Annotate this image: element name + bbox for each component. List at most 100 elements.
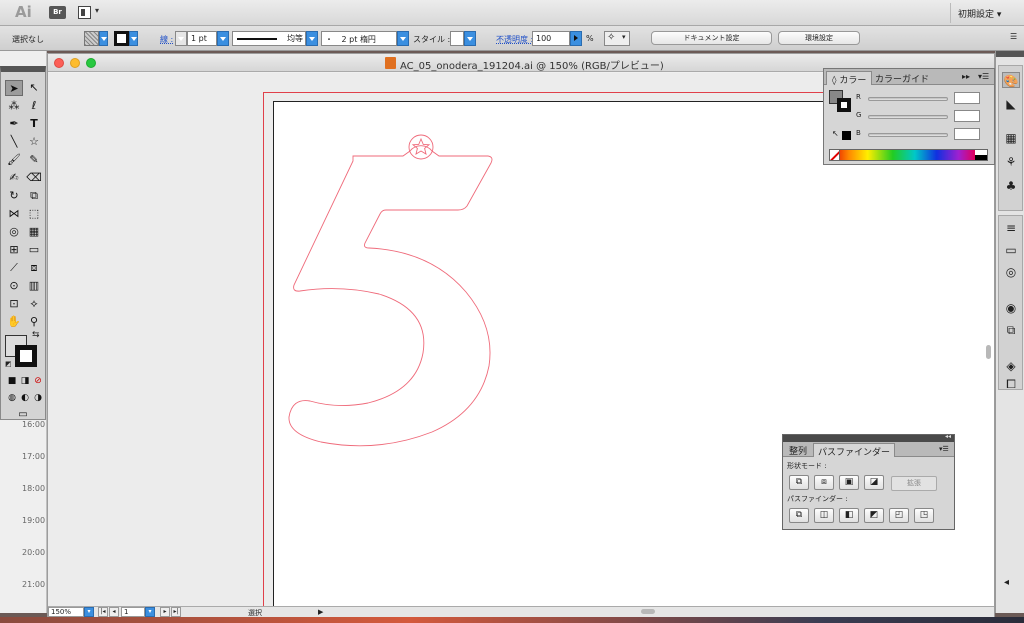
mesh-tool-icon[interactable]: ⊞ (5, 242, 23, 258)
star-tool-icon[interactable]: ☆ (25, 134, 43, 150)
unite-button[interactable]: ⧉ (789, 475, 809, 490)
slice-tool-icon[interactable]: ⟡ (25, 296, 43, 312)
eyedropper-tool-icon[interactable]: ⟋ (5, 260, 23, 276)
artboard-dropdown[interactable]: ▾ (145, 607, 155, 617)
tab-pathfinder[interactable]: パスファインダー (813, 443, 896, 458)
stroke-weight-input[interactable]: 1 pt (187, 31, 217, 46)
bridge-button[interactable]: Br (49, 6, 66, 19)
symbols-panel-icon[interactable]: ♣ (1002, 178, 1020, 194)
appearance-panel-icon[interactable]: ◉ (1002, 300, 1020, 316)
trim-button[interactable]: ◫ (814, 508, 834, 523)
last-color-swatch[interactable] (842, 131, 851, 140)
screen-mode-icon[interactable]: ▭ (14, 407, 32, 423)
symbol-sprayer-tool-icon[interactable]: ⊙ (5, 278, 23, 294)
zoom-input[interactable]: 150% (48, 607, 84, 617)
type-tool-icon[interactable]: T (25, 116, 43, 132)
brushes-panel-icon[interactable]: ⚘ (1002, 154, 1020, 170)
intersect-button[interactable]: ▣ (839, 475, 859, 490)
selection-tool-icon[interactable]: ➤ (5, 80, 23, 96)
first-artboard-button[interactable]: |◂ (98, 607, 108, 617)
width-tool-icon[interactable]: ⋈ (5, 206, 23, 222)
g-slider-track[interactable] (868, 115, 948, 119)
pathfinder-panel-grip[interactable]: ◂◂ (783, 433, 954, 442)
divide-button[interactable]: ⧉ (789, 508, 809, 523)
stroke-box[interactable] (15, 345, 37, 367)
r-value-input[interactable] (954, 92, 980, 104)
opacity-panel-link[interactable]: 不透明度 : (496, 34, 533, 45)
variable-width-profile[interactable]: 均等 (232, 31, 306, 46)
preferences-button[interactable]: 環境設定 (778, 31, 860, 45)
paintbrush-tool-icon[interactable]: 🖌 (5, 152, 23, 168)
color-guide-panel-icon[interactable]: ◣ (1002, 96, 1020, 112)
horizontal-scrollbar-thumb[interactable] (641, 609, 655, 614)
g-value-input[interactable] (954, 110, 980, 122)
pen-tool-icon[interactable]: ✒ (5, 116, 23, 132)
draw-inside-icon[interactable]: ◑ (29, 390, 47, 406)
stroke-panel-link[interactable]: 線 : (160, 34, 173, 45)
tab-align[interactable]: 整列 (785, 443, 811, 457)
swatches-panel-icon[interactable]: ▦ (1002, 130, 1020, 146)
lasso-tool-icon[interactable]: ℓ (25, 98, 43, 114)
artboard-number-input[interactable]: 1 (121, 607, 145, 617)
brush-definition[interactable]: ・ 2 pt 楕円 (321, 31, 397, 46)
status-menu-arrow[interactable]: ▶ (318, 608, 323, 616)
stroke-panel-icon[interactable]: ≡ (1002, 220, 1020, 236)
color-spectrum-bar[interactable] (829, 149, 988, 161)
free-transform-tool-icon[interactable]: ⬚ (25, 206, 43, 222)
blob-brush-tool-icon[interactable]: ✍ (5, 170, 23, 186)
previous-artboard-button[interactable]: ◂ (109, 607, 119, 617)
zoom-window-button[interactable] (86, 58, 96, 68)
layers-panel-icon[interactable]: ◈ (1002, 358, 1020, 374)
minus-back-button[interactable]: ◳ (914, 508, 934, 523)
direct-selection-tool-icon[interactable]: ↖ (25, 80, 43, 96)
outline-button[interactable]: ◰ (889, 508, 909, 523)
shape-builder-tool-icon[interactable]: ◎ (5, 224, 23, 240)
brush-dropdown[interactable] (397, 31, 409, 46)
r-slider-track[interactable] (868, 97, 948, 101)
opacity-input[interactable]: 100 (532, 31, 570, 46)
close-window-button[interactable] (54, 58, 64, 68)
opacity-slider-button[interactable] (570, 31, 582, 46)
out-of-gamut-icon[interactable]: ↖ (832, 129, 839, 138)
magic-wand-tool-icon[interactable]: ⁂ (5, 98, 23, 114)
eraser-tool-icon[interactable]: ⌫ (25, 170, 43, 186)
scroll-left-arrow-icon[interactable]: ◂ (1004, 577, 1009, 588)
zoom-dropdown[interactable]: ▾ (84, 607, 94, 617)
r-slider[interactable]: R (856, 92, 992, 105)
minimize-window-button[interactable] (70, 58, 80, 68)
color-panel-icon[interactable]: 🎨 (1002, 72, 1020, 88)
default-fill-stroke-icon[interactable]: ◩ (5, 360, 12, 368)
tab-color-guide[interactable]: カラーガイド (870, 71, 934, 85)
panel-menu-icon[interactable]: ▾☰ (978, 72, 989, 81)
pencil-tool-icon[interactable]: ✎ (25, 152, 43, 168)
expand-button[interactable]: 拡張 (891, 476, 937, 491)
b-slider-track[interactable] (868, 133, 948, 137)
next-artboard-button[interactable]: ▸ (160, 607, 170, 617)
hand-tool-icon[interactable]: ✋ (5, 314, 23, 330)
gradient-tool-icon[interactable]: ▭ (25, 242, 43, 258)
perspective-grid-tool-icon[interactable]: ▦ (25, 224, 43, 240)
workspace-switcher[interactable]: 初期設定 ▾ (958, 7, 1001, 20)
control-panel-menu-icon[interactable]: ☰ (1010, 32, 1017, 41)
none-color-button[interactable] (829, 149, 840, 161)
none-mode-icon[interactable]: ⊘ (29, 373, 47, 389)
g-slider[interactable]: G (856, 110, 992, 123)
graphic-styles-panel-icon[interactable]: ⧉ (1002, 322, 1020, 338)
transparency-panel-icon[interactable]: ◎ (1002, 264, 1020, 280)
graphic-style-swatch[interactable] (450, 31, 464, 46)
vertical-scrollbar-thumb[interactable] (986, 345, 991, 359)
panel-menu-icon[interactable]: ▾☰ (939, 445, 949, 453)
black-white-swatch[interactable] (975, 150, 987, 160)
b-value-input[interactable] (954, 128, 980, 140)
collapse-icon[interactable]: ▸▸ (962, 72, 970, 81)
minus-front-button[interactable]: ⧈ (814, 475, 834, 490)
merge-button[interactable]: ◧ (839, 508, 859, 523)
document-setup-button[interactable]: ドキュメント設定 (651, 31, 772, 45)
rotate-tool-icon[interactable]: ↻ (5, 188, 23, 204)
column-graph-tool-icon[interactable]: ▥ (25, 278, 43, 294)
crop-button[interactable]: ◩ (864, 508, 884, 523)
line-tool-icon[interactable]: ╲ (5, 134, 23, 150)
profile-dropdown[interactable] (306, 31, 318, 46)
blend-tool-icon[interactable]: ⧈ (25, 260, 43, 276)
artboard-tool-icon[interactable]: ⊡ (5, 296, 23, 312)
